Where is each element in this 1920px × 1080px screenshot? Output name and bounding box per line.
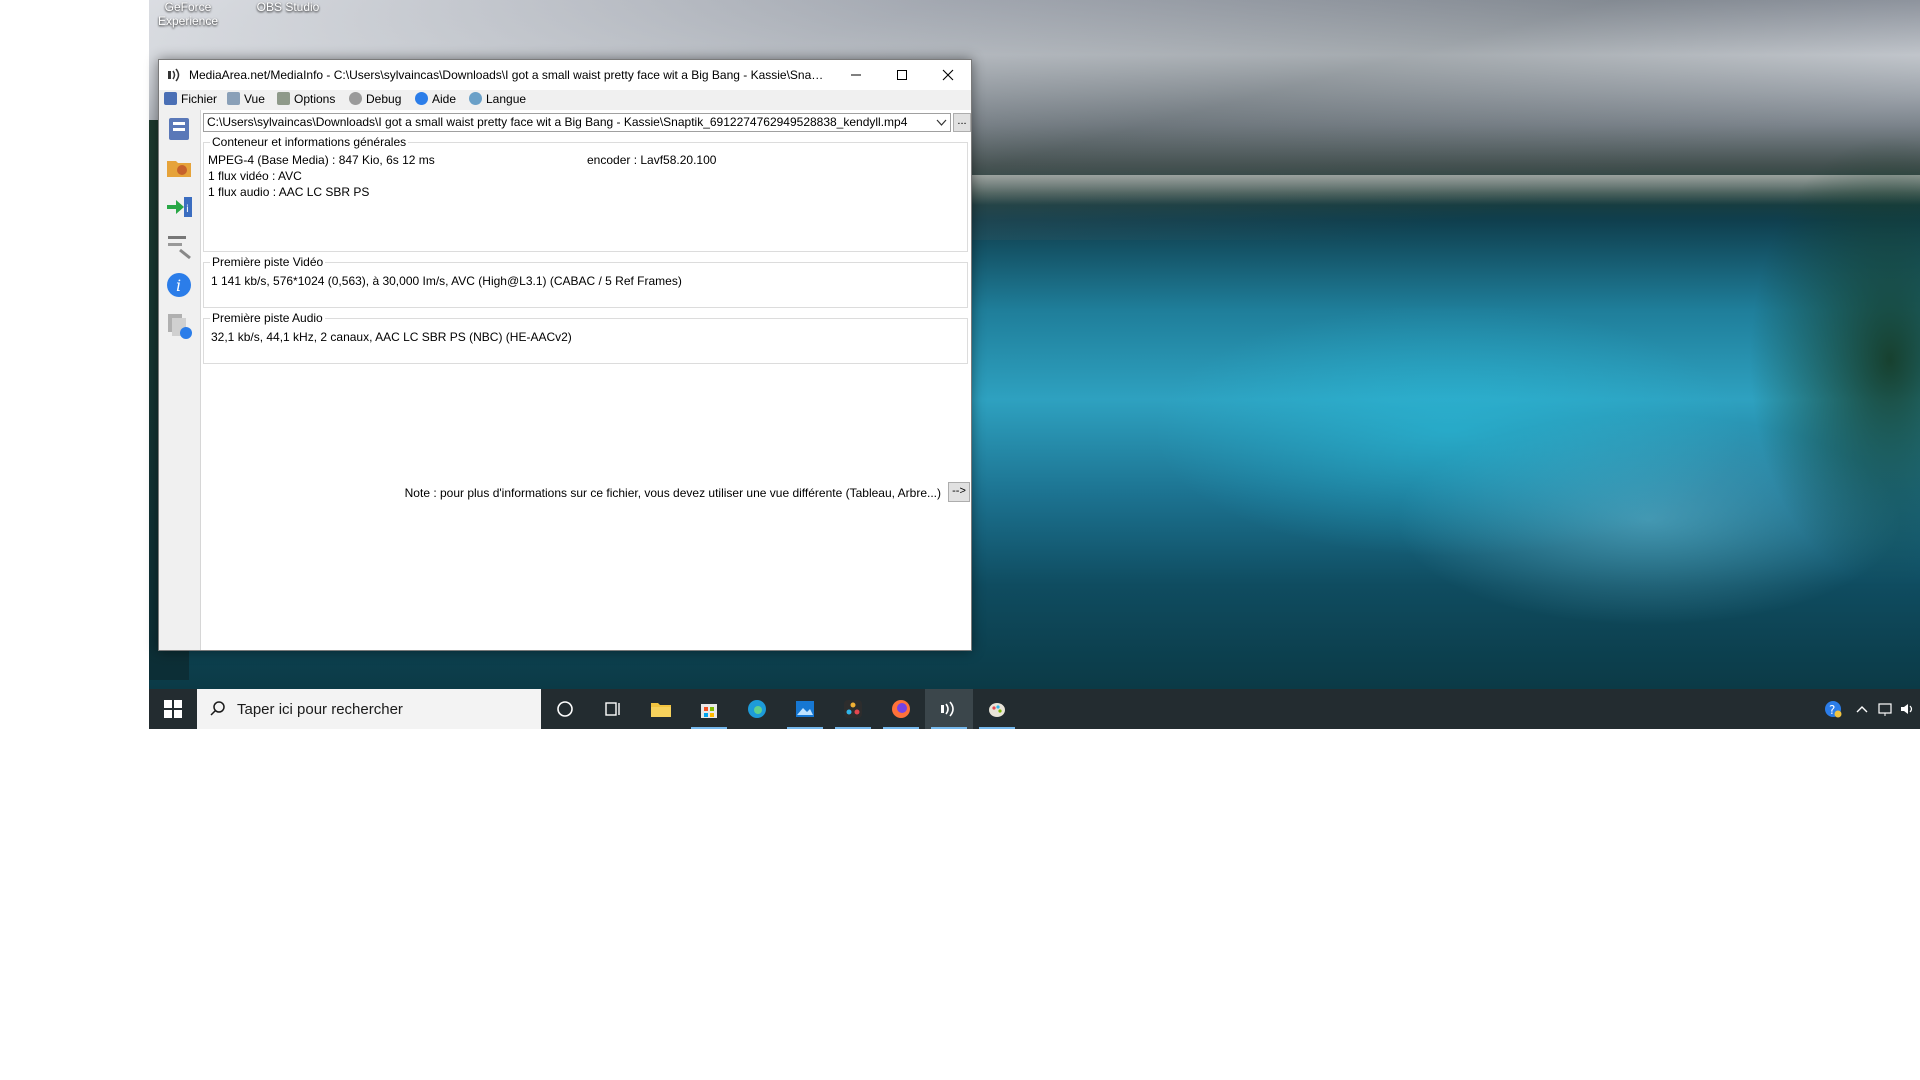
title-bar[interactable]: MediaArea.net/MediaInfo - C:\Users\sylva… [159, 60, 971, 90]
export-icon[interactable]: i [164, 192, 194, 222]
maximize-button[interactable] [879, 60, 925, 90]
network-icon[interactable] [1877, 699, 1893, 719]
menu-fichier[interactable]: Fichier [164, 92, 217, 108]
mediainfo-app-icon [168, 68, 180, 82]
maximize-icon [897, 70, 907, 80]
video-track-line: 1 141 kb/s, 576*1024 (0,563), à 30,000 I… [211, 274, 682, 288]
desktop-icon-obs[interactable]: OBS Studio [249, 0, 327, 14]
open-file-icon[interactable] [164, 114, 194, 144]
about-icon[interactable]: i [164, 270, 194, 300]
close-icon [942, 69, 954, 81]
running-indicator [835, 727, 871, 729]
search-placeholder: Taper ici pour rechercher [237, 701, 403, 718]
file-icon [164, 92, 177, 105]
window-title: MediaArea.net/MediaInfo - C:\Users\sylva… [189, 68, 829, 82]
taskbar-firefox[interactable] [877, 689, 925, 729]
taskbar-file-explorer[interactable] [637, 689, 685, 729]
help-icon [415, 92, 428, 105]
menu-debug[interactable]: Debug [349, 92, 401, 108]
menu-langue[interactable]: Langue [469, 92, 526, 108]
menu-options[interactable]: Options [277, 92, 335, 108]
menu-aide[interactable]: Aide [415, 92, 456, 108]
windows-logo-icon [164, 700, 182, 718]
task-view-icon [605, 702, 620, 716]
svg-text:i: i [186, 204, 189, 215]
taskbar-edge[interactable] [733, 689, 781, 729]
running-indicator [691, 727, 727, 729]
search-box[interactable]: Taper ici pour rechercher [197, 689, 541, 729]
audio-track-title: Première piste Audio [210, 311, 325, 325]
edge-icon [748, 700, 766, 718]
audio-track-line: 32,1 kb/s, 44,1 kHz, 2 canaux, AAC LC SB… [211, 330, 572, 344]
menu-vue[interactable]: Vue [227, 92, 265, 108]
browse-button[interactable]: ... [953, 113, 971, 132]
search-icon [210, 701, 225, 716]
globe-icon [469, 92, 482, 105]
toolbar-sidebar: i i [159, 110, 201, 650]
help-tray-icon[interactable]: ? [1823, 699, 1843, 719]
menu-bar: Fichier Vue Options Debug Aide Langue [159, 90, 971, 110]
paint-icon [989, 703, 1005, 717]
view-icon [227, 92, 240, 105]
taskbar-mediainfo[interactable] [925, 689, 973, 729]
open-folder-icon[interactable] [164, 152, 194, 182]
wallpaper-trees-right [1660, 60, 1920, 689]
running-indicator [787, 727, 823, 729]
minimize-icon [851, 74, 861, 76]
photos-icon [796, 701, 814, 717]
davinci-resolve-icon [844, 700, 862, 718]
view-note: Note : pour plus d'informations sur ce f… [404, 486, 941, 500]
next-view-button[interactable]: --> [948, 482, 970, 502]
general-video-count: 1 flux vidéo : AVC [208, 169, 302, 183]
cortana-button[interactable] [541, 689, 589, 729]
store-icon [701, 704, 717, 718]
svg-text:?: ? [1829, 703, 1835, 717]
firefox-icon [892, 700, 910, 718]
taskbar-davinci[interactable] [829, 689, 877, 729]
preferences-icon[interactable] [164, 230, 194, 260]
cortana-icon [557, 701, 573, 717]
options-icon [277, 92, 290, 105]
general-info-title: Conteneur et informations générales [210, 135, 409, 149]
minimize-button[interactable] [833, 60, 879, 90]
mediainfo-icon [941, 701, 954, 717]
taskbar-paint[interactable] [973, 689, 1021, 729]
running-indicator [979, 727, 1015, 729]
file-path-combobox[interactable]: C:\Users\sylvaincas\Downloads\I got a sm… [203, 113, 951, 132]
svg-text:i: i [176, 276, 181, 295]
general-format-line: MPEG-4 (Base Media) : 847 Kio, 6s 12 ms [208, 153, 435, 167]
taskbar-photos[interactable] [781, 689, 829, 729]
general-info-group: Conteneur et informations générales MPEG… [203, 135, 968, 252]
volume-icon[interactable] [1899, 699, 1917, 719]
video-track-group: Première piste Vidéo 1 141 kb/s, 576*102… [203, 255, 968, 308]
running-indicator [883, 727, 919, 729]
taskbar-store[interactable] [685, 689, 733, 729]
folder-icon [651, 703, 671, 717]
check-update-icon[interactable] [164, 310, 194, 340]
general-audio-count: 1 flux audio : AAC LC SBR PS [208, 185, 370, 199]
chevron-up-icon[interactable] [1855, 699, 1869, 719]
video-track-title: Première piste Vidéo [210, 255, 326, 269]
audio-track-group: Première piste Audio 32,1 kb/s, 44,1 kHz… [203, 311, 968, 364]
debug-icon [349, 92, 362, 105]
taskbar: Taper ici pour rechercher ? [149, 689, 1920, 729]
start-button[interactable] [149, 689, 197, 729]
mediainfo-window: MediaArea.net/MediaInfo - C:\Users\sylva… [158, 59, 972, 651]
chevron-down-icon[interactable] [933, 114, 950, 131]
running-indicator [931, 727, 967, 729]
task-view-button[interactable] [589, 689, 637, 729]
file-path-text: C:\Users\sylvaincas\Downloads\I got a sm… [207, 115, 908, 129]
basic-view-panel: C:\Users\sylvaincas\Downloads\I got a sm… [201, 110, 971, 650]
desktop-icon-label: OBS Studio [256, 0, 320, 14]
desktop-icon-geforce[interactable]: GeForce Experience [149, 0, 227, 28]
desktop-icon-label: GeForce Experience [157, 0, 219, 28]
general-encoder: encoder : Lavf58.20.100 [587, 153, 717, 167]
close-button[interactable] [925, 60, 971, 90]
